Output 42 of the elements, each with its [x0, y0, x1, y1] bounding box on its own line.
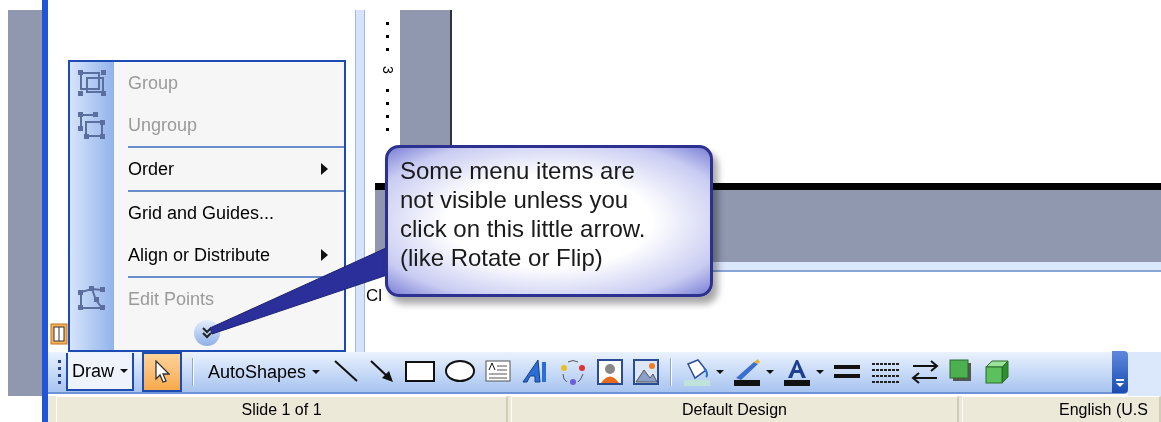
ruler-label: 3 [380, 66, 395, 74]
shape-handles-icon [78, 286, 106, 313]
arrow-style-icon[interactable] [910, 358, 941, 386]
menu-item[interactable]: Grid and Guides... [70, 192, 344, 234]
pointer-icon [154, 360, 170, 384]
ruler-tick [386, 35, 389, 38]
caret-icon[interactable] [716, 370, 725, 374]
shape-handles-icon [78, 70, 106, 97]
caret-icon[interactable] [766, 370, 775, 374]
menu-item[interactable]: Align or Distribute [70, 234, 344, 276]
pane-splitter[interactable] [355, 10, 365, 352]
slide-view-icon[interactable] [50, 323, 68, 345]
ruler-tick [386, 128, 389, 131]
status-cell: Default Design [511, 396, 959, 422]
caret-icon [120, 369, 128, 373]
fill-color-icon[interactable] [682, 358, 713, 386]
caret-icon [1115, 379, 1125, 387]
ruler-tick [386, 22, 389, 25]
callout-text: Some menu items are not visible unless you click on this little arrow. (like Rotate or Flip) [385, 145, 713, 297]
caret-icon[interactable] [816, 370, 825, 374]
caret-icon [312, 370, 321, 374]
toolbar-options-button[interactable] [1112, 351, 1128, 393]
double-chevron-icon [202, 327, 212, 339]
notes-placeholder: Cl [366, 286, 383, 305]
status-cell: Slide 1 of 1 [56, 396, 508, 422]
font-color-icon[interactable] [782, 358, 813, 386]
shape-handles-icon [78, 112, 106, 139]
ruler-tick [386, 102, 389, 105]
toolbar-dock [1128, 352, 1161, 396]
picture-icon[interactable] [632, 358, 661, 386]
menu-item[interactable]: Order [70, 148, 344, 190]
submenu-arrow-icon [321, 249, 328, 261]
toolbar-grip-icon[interactable] [58, 359, 62, 385]
ruler-tick [386, 89, 389, 92]
submenu-arrow-icon [321, 163, 328, 175]
ruler-tick [386, 48, 389, 51]
autoshapes-menu-button[interactable]: AutoShapes [204, 353, 325, 391]
draw-menu-button[interactable]: Draw [66, 353, 134, 391]
select-tool-button[interactable] [142, 352, 182, 392]
line-color-icon[interactable] [732, 358, 763, 386]
ruler-tick [386, 115, 389, 118]
status-cell: English (U.S [962, 396, 1161, 422]
